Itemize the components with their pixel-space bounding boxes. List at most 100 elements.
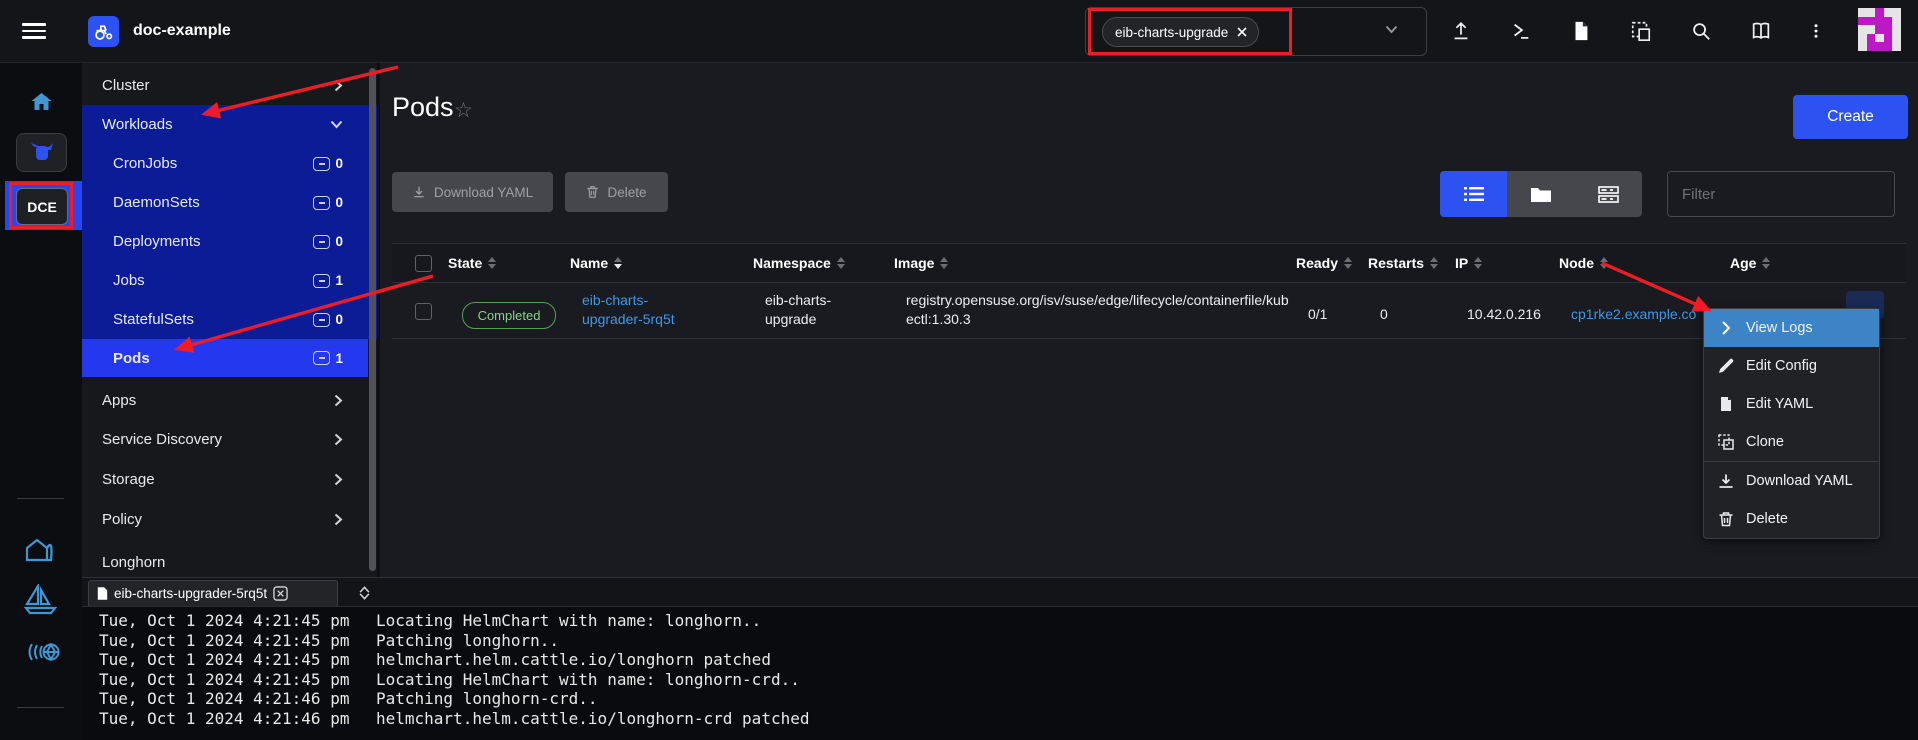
sidebar-item-longhorn[interactable]: Longhorn: [82, 543, 368, 577]
log-tab[interactable]: eib-charts-upgrader-5rq5t: [88, 580, 338, 606]
longhorn-icon[interactable]: [24, 536, 57, 563]
chevron-down-icon: [330, 120, 343, 129]
sidebar-item-daemonsets[interactable]: DaemonSets 0: [82, 183, 368, 222]
fleet-sailboat-icon[interactable]: [24, 584, 58, 615]
row-checkbox[interactable]: [415, 303, 432, 320]
download-yaml-button[interactable]: Download YAML: [392, 172, 553, 212]
count-badge-icon: [313, 196, 330, 210]
log-line: Tue, Oct 1 2024 4:21:45 pmhelmchart.helm…: [82, 650, 1918, 670]
sidebar-item-label: Workloads: [82, 116, 173, 133]
menu-item-clone[interactable]: Clone: [1704, 423, 1879, 461]
cluster-switcher-button[interactable]: [16, 133, 67, 172]
sidebar-item-service-discovery[interactable]: Service Discovery: [82, 420, 368, 459]
tractor-icon: [93, 21, 114, 42]
download-yaml-label: Download YAML: [434, 185, 533, 200]
top-bar: doc-example eib-charts-upgrade: [0, 0, 1918, 63]
menu-item-edit-config[interactable]: Edit Config: [1704, 347, 1879, 385]
active-cluster-strip: DCE: [5, 181, 82, 230]
namespace-filter-tag[interactable]: eib-charts-upgrade: [1102, 17, 1259, 47]
select-all-checkbox[interactable]: [415, 255, 432, 272]
file-icon[interactable]: [1570, 20, 1592, 42]
pod-table-row[interactable]: Completed eib-charts-upgrader-5rq5t eib-…: [392, 281, 1906, 339]
import-yaml-icon[interactable]: [1630, 20, 1652, 42]
create-button[interactable]: Create: [1793, 95, 1908, 139]
log-tab-bar: eib-charts-upgrader-5rq5t: [82, 578, 1918, 607]
download-icon: [1718, 473, 1734, 489]
sidebar-item-workloads[interactable]: Workloads: [82, 105, 368, 144]
list-view-icon: [1464, 186, 1484, 202]
sidebar-item-apps[interactable]: Apps: [82, 381, 368, 420]
menu-item-view-logs[interactable]: View Logs: [1704, 309, 1879, 347]
docs-book-icon[interactable]: [1750, 20, 1772, 42]
filter-input[interactable]: [1667, 171, 1895, 217]
sidebar-item-cluster[interactable]: Cluster: [82, 66, 368, 105]
sidebar-item-label: Longhorn: [82, 554, 165, 571]
favorite-star-icon[interactable]: ☆: [454, 98, 473, 123]
remove-tag-icon[interactable]: [1236, 26, 1248, 38]
rancher-logo[interactable]: [88, 16, 119, 47]
search-icon[interactable]: [1690, 20, 1712, 42]
menu-item-edit-yaml[interactable]: Edit YAML: [1704, 385, 1879, 423]
sidebar-scrollbar[interactable]: [369, 68, 376, 571]
menu-item-label: View Logs: [1746, 320, 1813, 336]
sidebar-item-pods[interactable]: Pods 1: [82, 339, 368, 377]
page-title: Pods: [392, 92, 454, 123]
sort-icon: [1762, 257, 1770, 269]
column-header-node[interactable]: Node: [1559, 244, 1608, 282]
menu-item-delete[interactable]: Delete: [1704, 500, 1879, 538]
count-value: 0: [335, 234, 343, 249]
sidebar-item-policy[interactable]: Policy: [82, 500, 368, 539]
column-header-name[interactable]: Name: [570, 244, 622, 282]
column-header-restarts[interactable]: Restarts: [1368, 244, 1438, 282]
pod-name-link[interactable]: eib-charts-upgrader-5rq5t: [582, 291, 704, 329]
sort-icon-active: [614, 257, 622, 269]
column-header-ip[interactable]: IP: [1455, 244, 1482, 282]
sidebar-item-label: Pods: [82, 350, 150, 367]
column-header-state[interactable]: State: [448, 244, 496, 282]
count-value: 1: [335, 351, 343, 366]
grid-view-icon: [1598, 186, 1619, 203]
log-tab-label: eib-charts-upgrader-5rq5t: [114, 586, 267, 601]
chevron-up-icon: [359, 586, 370, 593]
count-badge-icon: [313, 351, 330, 365]
kubewarden-icon[interactable]: [24, 642, 60, 662]
close-tab-icon[interactable]: [273, 586, 288, 601]
column-header-namespace[interactable]: Namespace: [753, 244, 845, 282]
kubectl-shell-icon[interactable]: [1510, 20, 1532, 42]
upload-icon[interactable]: [1450, 20, 1472, 42]
file-icon: [1718, 396, 1734, 412]
sidebar-item-jobs[interactable]: Jobs 1: [82, 261, 368, 300]
sidebar-item-statefulsets[interactable]: StatefulSets 0: [82, 300, 368, 339]
column-header-ready[interactable]: Ready: [1296, 244, 1352, 282]
cluster-badge-dce[interactable]: DCE: [16, 188, 68, 225]
list-view-toggle[interactable]: [1440, 171, 1507, 217]
bull-cluster-icon: [29, 142, 55, 164]
menu-item-label: Edit Config: [1746, 358, 1817, 374]
folder-view-toggle[interactable]: [1507, 171, 1574, 217]
sidebar-item-storage[interactable]: Storage: [82, 460, 368, 499]
kebab-menu-icon[interactable]: [1807, 20, 1825, 42]
chevron-down-icon: [1385, 25, 1398, 34]
chevron-right-icon: [334, 433, 343, 446]
trash-icon: [1718, 511, 1734, 527]
delete-label: Delete: [607, 185, 646, 200]
sort-icon: [1344, 257, 1352, 269]
menu-item-download-yaml[interactable]: Download YAML: [1704, 462, 1879, 500]
user-avatar[interactable]: [1858, 8, 1901, 51]
sidebar-item-cronjobs[interactable]: CronJobs 0: [82, 144, 368, 183]
namespace-filter-dropdown[interactable]: eib-charts-upgrade: [1085, 7, 1427, 56]
app-window: doc-example eib-charts-upgrade: [0, 0, 1918, 740]
delete-button[interactable]: Delete: [565, 172, 668, 212]
grid-view-toggle[interactable]: [1575, 171, 1642, 217]
log-line: Tue, Oct 1 2024 4:21:45 pmLocating HelmC…: [82, 611, 1918, 631]
home-icon[interactable]: [29, 90, 54, 114]
log-line: Tue, Oct 1 2024 4:21:45 pmPatching longh…: [82, 631, 1918, 651]
pod-node-link[interactable]: cp1rke2.example.co: [1571, 305, 1717, 324]
panel-resize-toggle[interactable]: [352, 581, 376, 604]
hamburger-menu-icon[interactable]: [22, 23, 46, 39]
sidebar-divider: [377, 62, 380, 577]
column-header-age[interactable]: Age: [1730, 244, 1770, 282]
folder-view-icon: [1531, 186, 1551, 202]
sidebar-item-deployments[interactable]: Deployments 0: [82, 222, 368, 261]
column-header-image[interactable]: Image: [894, 244, 948, 282]
